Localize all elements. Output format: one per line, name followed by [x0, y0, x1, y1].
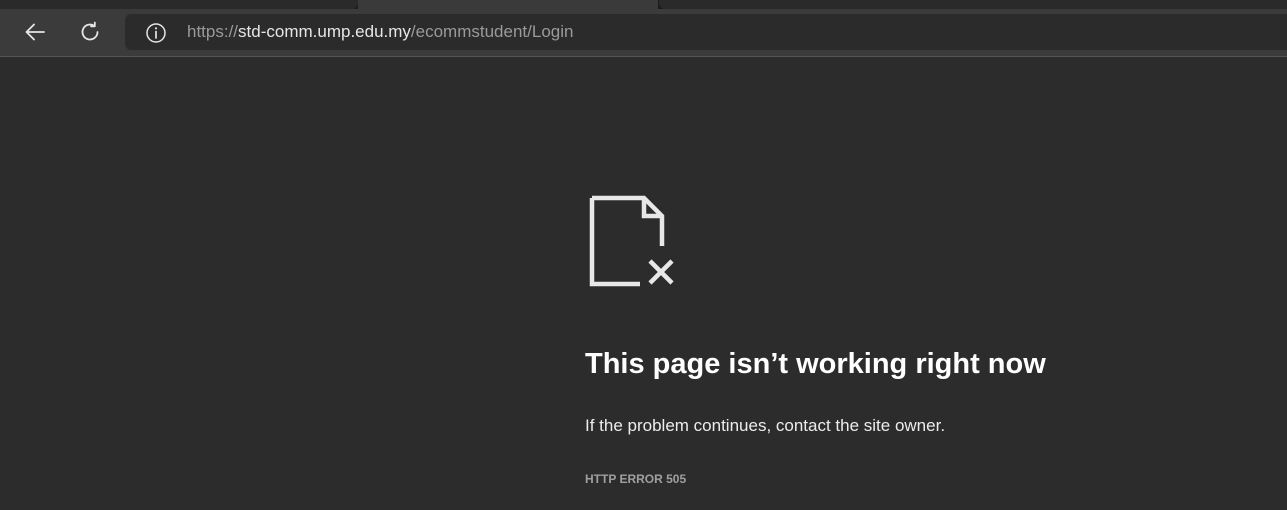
address-bar[interactable]: https://std-comm.ump.edu.my/ecommstudent… — [125, 14, 1287, 50]
tab-right[interactable] — [659, 0, 1287, 9]
refresh-icon — [81, 21, 99, 41]
tab-strip — [0, 0, 1287, 9]
back-button[interactable] — [18, 16, 52, 48]
error-description: If the problem continues, contact the si… — [585, 416, 946, 435]
broken-page-icon — [588, 194, 680, 290]
refresh-button[interactable] — [73, 16, 107, 48]
url-host: std-comm.ump.edu.my — [238, 22, 411, 41]
browser-toolbar: https://std-comm.ump.edu.my/ecommstudent… — [0, 9, 1287, 57]
tab-active[interactable] — [358, 0, 658, 9]
url-text[interactable]: https://std-comm.ump.edu.my/ecommstudent… — [187, 22, 573, 42]
back-arrow-icon — [25, 23, 45, 41]
error-title: This page isn’t working right now — [585, 348, 1046, 380]
url-path: /ecommstudent/Login — [410, 22, 574, 41]
url-scheme: https:// — [187, 22, 239, 41]
info-icon[interactable] — [145, 22, 167, 44]
tab-left[interactable] — [0, 0, 358, 9]
error-code: HTTP ERROR 505 — [585, 472, 687, 486]
